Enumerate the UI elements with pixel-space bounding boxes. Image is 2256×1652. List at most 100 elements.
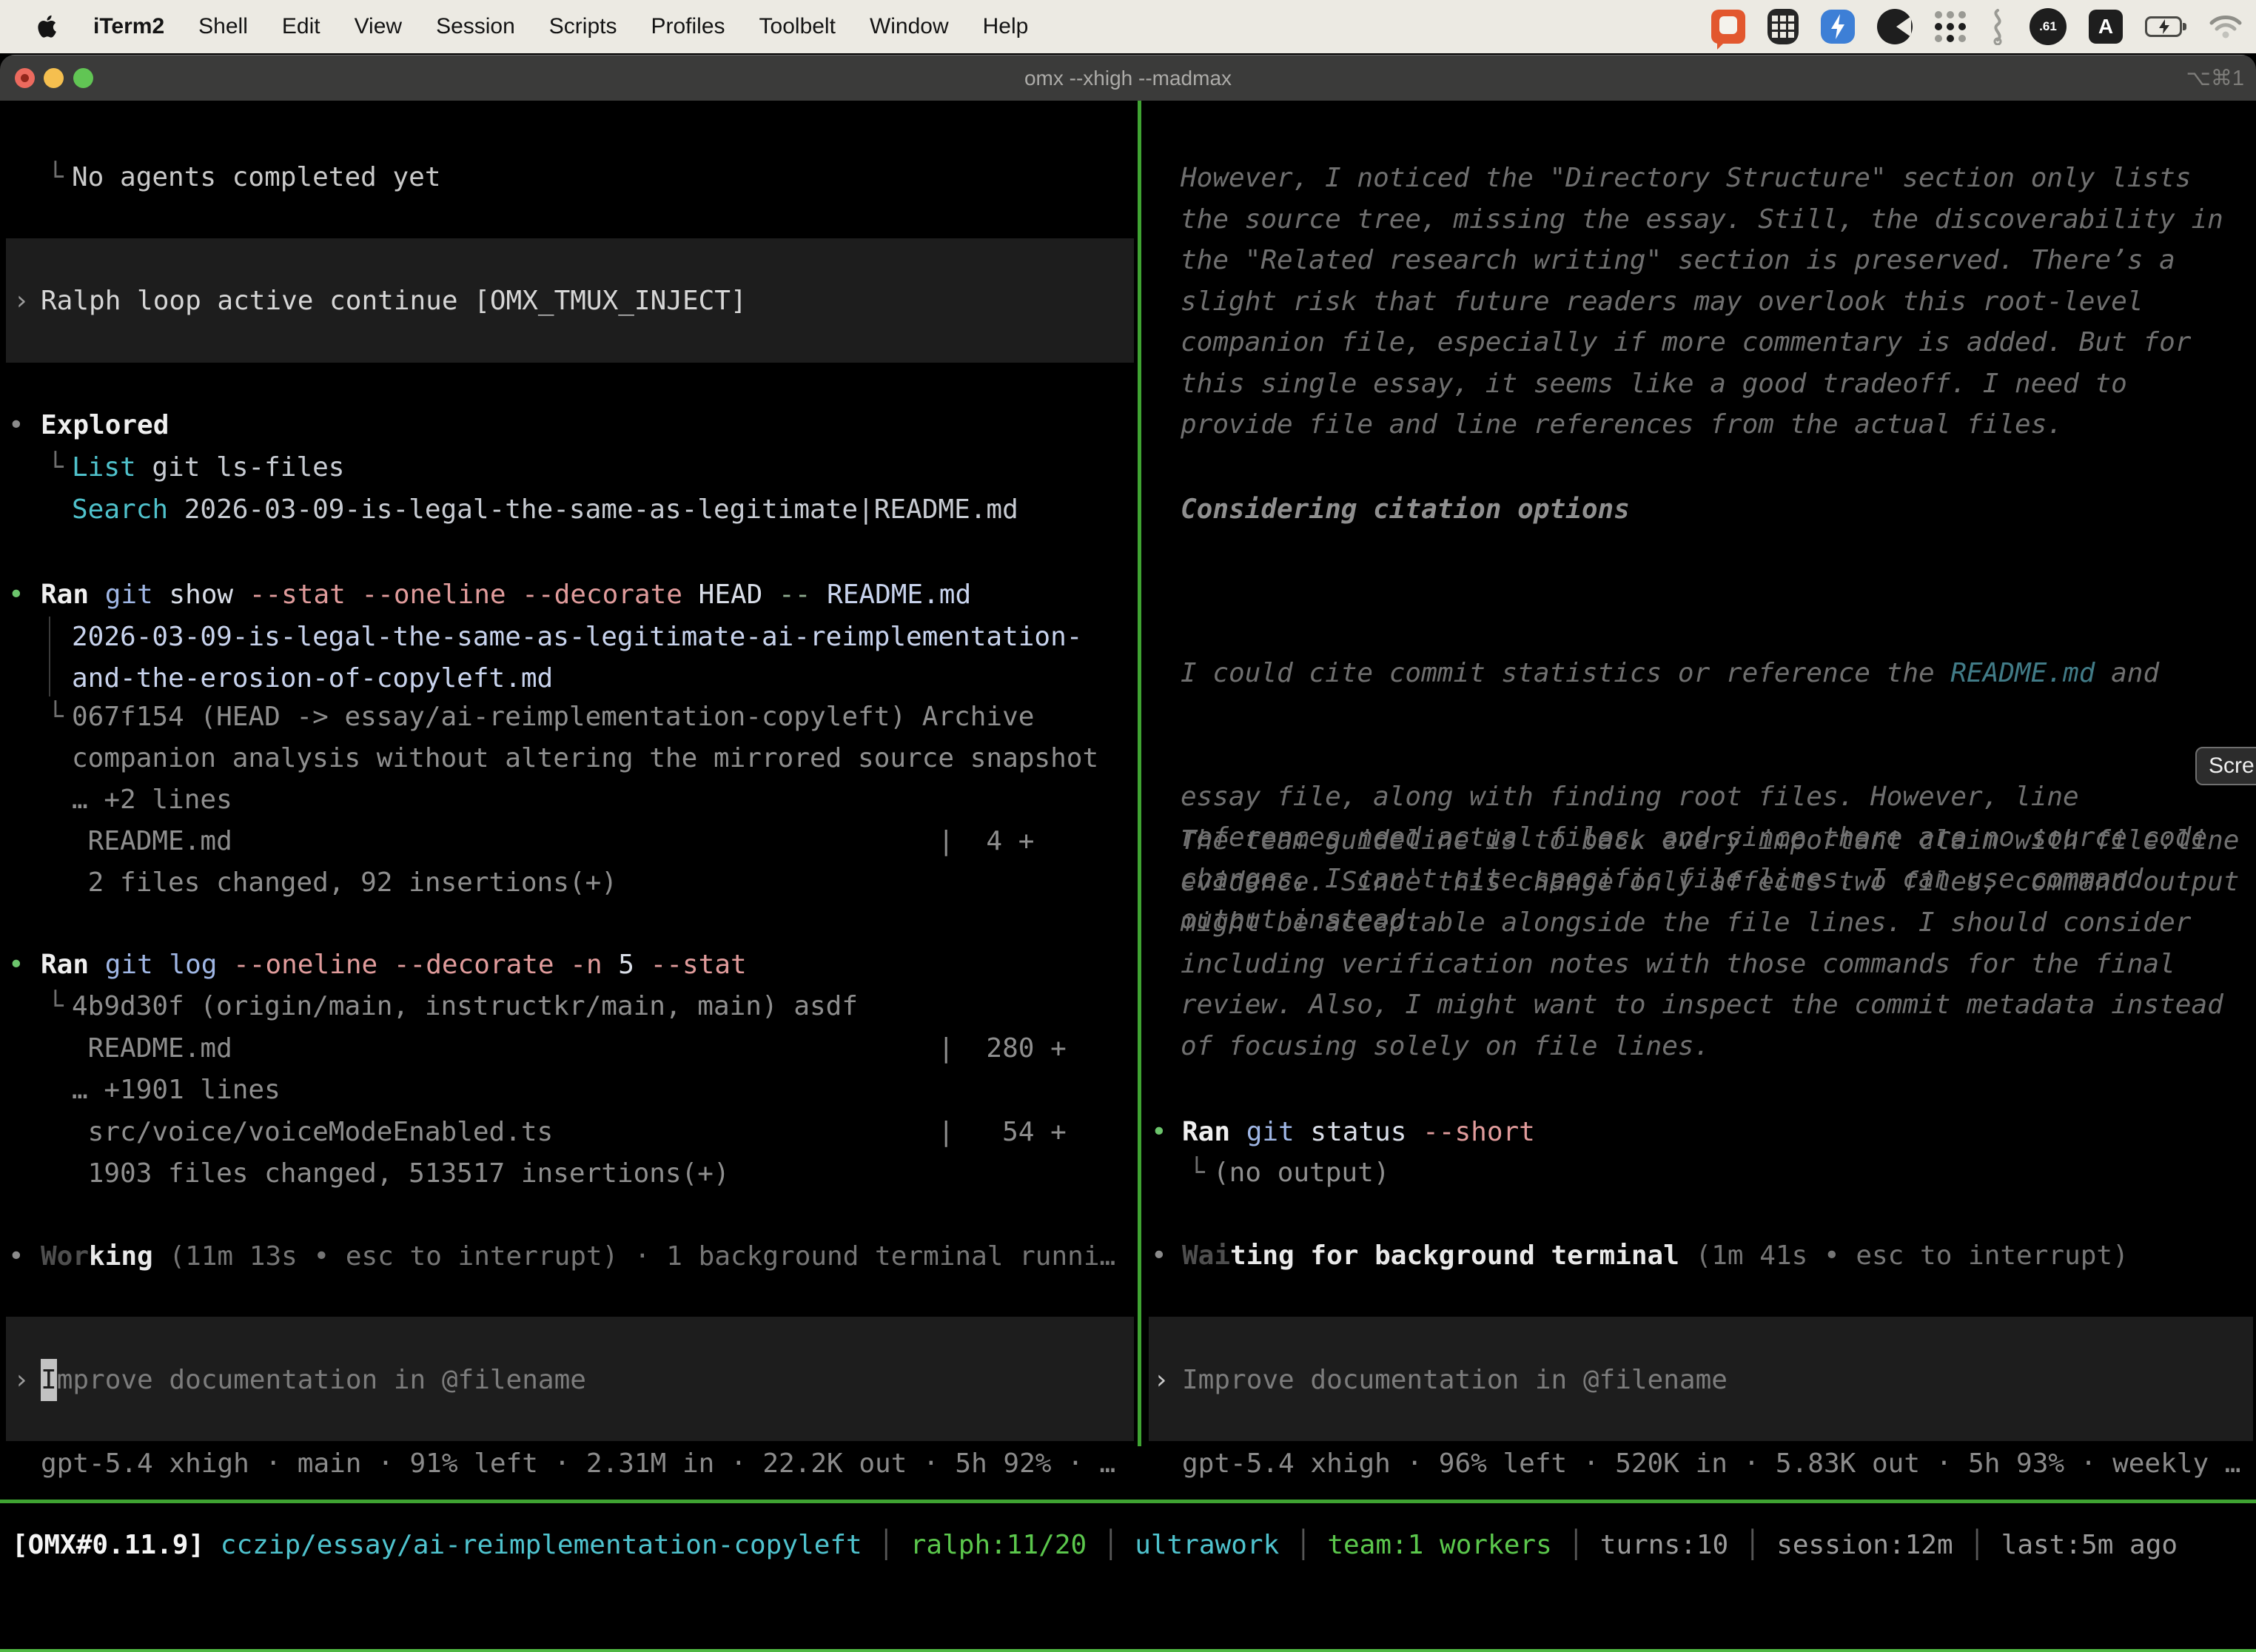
title-bar[interactable]: omx --xhigh --madmax ⌥⌘1 <box>0 55 2256 101</box>
working-shimmer-bright: king <box>89 1241 153 1272</box>
waiting-detail: (1m 41s • esc to interrupt) <box>1679 1240 2129 1271</box>
menu-item-shell[interactable]: Shell <box>198 14 248 39</box>
menu-item-window[interactable]: Window <box>870 14 949 39</box>
cmd-token: log <box>169 950 233 980</box>
explored-search-line: Search 2026-03-09-is-legal-the-same-as-l… <box>72 488 1018 531</box>
apple-menu-icon[interactable] <box>37 12 62 41</box>
separator: │ <box>1279 1530 1327 1560</box>
flags-token: --stat --oneline --decorate <box>249 580 699 610</box>
menu-item-scripts[interactable]: Scripts <box>549 14 617 39</box>
tree-corner: └ <box>1189 1152 1205 1194</box>
menu-item-profiles[interactable]: Profiles <box>651 14 725 39</box>
paragraph-line: evidence. Since this change only affects… <box>1181 862 2239 903</box>
input-placeholder: mprove documentation in @filename <box>57 1365 586 1395</box>
omx-ultrawork-badge: ultrawork <box>1135 1530 1279 1560</box>
readme-link[interactable]: README.md <box>1950 658 2095 688</box>
working-shimmer-dim: Wor <box>41 1241 89 1272</box>
spark-badge-icon[interactable] <box>1821 10 1855 44</box>
ralph-banner-text: Ralph loop active continue [OMX_TMUX_INJ… <box>41 280 747 322</box>
squiggle-icon[interactable] <box>1988 8 2007 45</box>
git-log-command-line: Ran git log --oneline --decorate -n 5 --… <box>41 944 747 986</box>
paragraph-line: companion file, especially if more comme… <box>1181 322 2223 363</box>
tmux-host-clock: "MacBook-Pro-44.local" 04:52 31-Mar-26 <box>1637 1649 2247 1652</box>
input-text-left[interactable]: Improve documentation in @filename <box>41 1359 586 1401</box>
pacman-icon[interactable] <box>1877 9 1913 44</box>
menu-item-edit[interactable]: Edit <box>282 14 320 39</box>
tree-corner: └ <box>47 696 64 738</box>
tree-corner: └ <box>47 446 64 488</box>
screenshot-app-icon[interactable] <box>1711 10 1745 44</box>
bullet: • <box>8 1235 24 1277</box>
separator: │ <box>1953 1530 2001 1560</box>
waiting-shimmer-dim: Wai <box>1182 1240 1230 1271</box>
menu-item-view[interactable]: View <box>355 14 402 39</box>
window-shortcut-badge: ⌥⌘1 <box>2186 56 2244 101</box>
wifi-icon[interactable] <box>2209 14 2243 39</box>
paragraph-line: review. Also, I might want to inspect th… <box>1181 984 2239 1026</box>
reasoning-paragraph-3: The team guideline is to back every impo… <box>1181 820 2239 1067</box>
ran-label: Ran <box>41 950 105 980</box>
paragraph-text: and <box>2095 658 2159 688</box>
reasoning-heading: Considering citation options <box>1181 489 1630 531</box>
dots-grid-icon[interactable] <box>1935 11 1966 42</box>
paragraph-line: provide file and line references from th… <box>1181 404 2223 446</box>
git-show-command-line: Ran git show --stat --oneline --decorate… <box>41 574 971 616</box>
omx-status-line: [OMX#0.11.9] cczip/essay/ai-reimplementa… <box>12 1524 2178 1566</box>
git-show-output-2: companion analysis without altering the … <box>72 737 1098 779</box>
git-log-more-lines[interactable]: … +1901 lines <box>72 1069 281 1111</box>
menu-item-help[interactable]: Help <box>983 14 1029 39</box>
screen-indicator-tooltip[interactable]: Scre <box>2195 747 2256 785</box>
git-show-file-line1: 2026-03-09-is-legal-the-same-as-legitima… <box>72 616 1082 658</box>
battery-charging-icon[interactable] <box>2145 16 2186 37</box>
ralph-prompt-chevron: › <box>13 280 30 322</box>
explored-title: Explored <box>41 404 169 446</box>
git-log-stat-3: 1903 files changed, 513517 insertions(+) <box>72 1152 730 1195</box>
waiting-shimmer-bright: ting for background terminal <box>1230 1240 1679 1271</box>
omx-turns: turns:10 <box>1600 1530 1728 1560</box>
menu-item-toolbelt[interactable]: Toolbelt <box>759 14 836 39</box>
list-args: git ls-files <box>152 452 344 483</box>
git-token: git <box>105 580 169 610</box>
shield-grid-icon[interactable] <box>1767 9 1799 44</box>
tree-guide-line <box>49 617 50 696</box>
working-status-line: Working (11m 13s • esc to interrupt) · 1… <box>41 1235 1115 1277</box>
reasoning-paragraph-1: However, I noticed the "Directory Struct… <box>1181 158 2223 446</box>
ran-label: Ran <box>1182 1117 1246 1147</box>
git-show-stat-1: README.md | 4 + <box>72 820 1034 862</box>
window-title: omx --xhigh --madmax <box>0 56 2256 101</box>
count-token: 5 <box>618 950 650 980</box>
waiting-status-line: Waiting for background terminal (1m 41s … <box>1182 1235 2129 1277</box>
head-token: HEAD <box>699 580 779 610</box>
git-show-file-line2: and-the-erosion-of-copyleft.md <box>72 657 553 699</box>
paragraph-text: I could cite commit statistics or refere… <box>1181 658 1950 688</box>
tmux-session-window[interactable]: [omx-cczip0:bash* <box>12 1649 284 1652</box>
battery-meter-61-icon[interactable]: .61 <box>2030 8 2067 45</box>
separator: │ <box>862 1530 910 1560</box>
input-prompt-chevron: › <box>1153 1359 1169 1401</box>
search-args: 2026-03-09-is-legal-the-same-as-legitima… <box>184 494 1018 525</box>
git-show-more-lines[interactable]: … +2 lines <box>72 779 232 821</box>
paragraph-line: might be acceptable alongside the file l… <box>1181 902 2239 944</box>
pane-divider-horizontal[interactable] <box>0 1500 2256 1503</box>
terminal-area: └ No agents completed yet › Ralph loop a… <box>0 101 2256 1652</box>
menu-item-iterm2[interactable]: iTerm2 <box>93 14 164 39</box>
bullet: • <box>1151 1235 1167 1277</box>
input-text-right[interactable]: Improve documentation in @filename <box>1182 1359 1728 1401</box>
flags-token: --stat <box>651 950 747 980</box>
git-status-output: (no output) <box>1213 1152 1389 1194</box>
working-detail: (11m 13s • esc to interrupt) · 1 backgro… <box>153 1241 1115 1272</box>
git-show-output-1: 067f154 (HEAD -> essay/ai-reimplementati… <box>72 696 1034 738</box>
menu-bar-tray: .61 A <box>1711 0 2243 53</box>
omx-ralph-counter: ralph:11/20 <box>910 1530 1087 1560</box>
flags-token: --short <box>1423 1117 1535 1147</box>
omx-branch-path: cczip/essay/ai-reimplementation-copyleft <box>221 1530 862 1560</box>
pane-divider-vertical[interactable] <box>1138 101 1141 1446</box>
menu-item-session[interactable]: Session <box>436 14 515 39</box>
input-source-a-icon[interactable]: A <box>2089 10 2123 44</box>
menu-items: iTerm2 Shell Edit View Session Scripts P… <box>93 14 1028 39</box>
explored-list-line: List git ls-files <box>72 446 344 488</box>
menu-bar: iTerm2 Shell Edit View Session Scripts P… <box>0 0 2256 53</box>
model-status-line-left: gpt-5.4 xhigh · main · 91% left · 2.31M … <box>41 1443 1115 1485</box>
omx-version: [OMX#0.11.9] <box>12 1530 221 1560</box>
bullet-green: • <box>1151 1111 1167 1153</box>
